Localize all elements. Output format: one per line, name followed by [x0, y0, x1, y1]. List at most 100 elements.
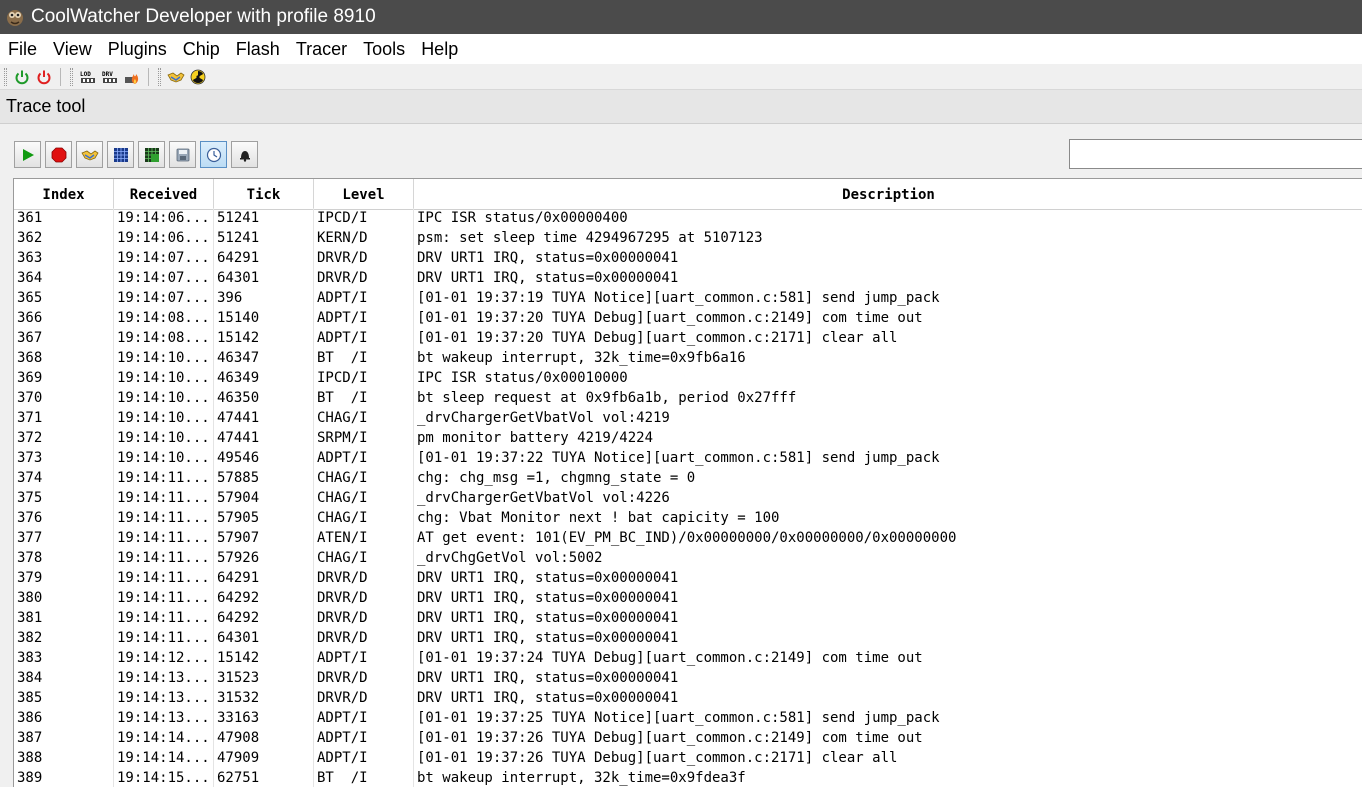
cell-description: DRV URT1 IRQ, status=0x00000041 [417, 610, 679, 626]
table-row[interactable]: 374 19:14:11.... 57885 CHAG/I chg: chg_msg =… [14, 468, 1362, 488]
cell-received: 19:14:13.... [114, 708, 214, 728]
cell-tick: 64301 [214, 268, 314, 288]
cell-tick: 64291 [214, 568, 314, 588]
drv-icon[interactable]: DRV [99, 66, 121, 88]
cell-index: 381 [14, 608, 114, 628]
column-header-received[interactable]: Received [114, 179, 214, 210]
cell-index: 388 [14, 748, 114, 768]
main-toolbar: LOD DRV [0, 64, 1362, 90]
table-row[interactable]: 367 19:14:08.... 15142 ADPT/I [01-01 19:37:2… [14, 328, 1362, 348]
cell-description: DRV URT1 IRQ, status=0x00000041 [417, 250, 679, 266]
lod-icon[interactable]: LOD [77, 66, 99, 88]
stop-button[interactable] [45, 141, 72, 168]
column-header-index[interactable]: Index [14, 179, 114, 210]
cell-received: 19:14:11.... [114, 528, 214, 548]
table-row[interactable]: 379 19:14:11.... 64291 DRVR/D DRV URT1 IRQ, … [14, 568, 1362, 588]
handshake-button[interactable] [76, 141, 103, 168]
cell-level: CHAG/I [314, 468, 414, 488]
table-row[interactable]: 378 19:14:11.... 57926 CHAG/I _drvChgGetVol … [14, 548, 1362, 568]
table-row[interactable]: 365 19:14:07.... 396 ADPT/I [01-01 19:37:19 … [14, 288, 1362, 308]
column-header-description[interactable]: Description [414, 179, 1362, 210]
search-input[interactable] [1069, 139, 1362, 169]
cell-received: 19:14:10.... [114, 448, 214, 468]
table-row[interactable]: 369 19:14:10.... 46349 IPCD/I IPC ISR status… [14, 368, 1362, 388]
trace-table[interactable]: Index Received Tick Level Description 36… [13, 178, 1362, 787]
bell-button[interactable] [231, 141, 258, 168]
cell-description: DRV URT1 IRQ, status=0x00000041 [417, 690, 679, 706]
cell-index: 378 [14, 548, 114, 568]
save-button[interactable] [169, 141, 196, 168]
flash-fire-icon[interactable] [121, 66, 143, 88]
table-row[interactable]: 384 19:14:13.... 31523 DRVR/D DRV URT1 IRQ, … [14, 668, 1362, 688]
menu-flash[interactable]: Flash [228, 34, 288, 64]
cell-description: [01-01 19:37:22 TUYA Notice][uart_common… [417, 450, 940, 466]
table-row[interactable]: 377 19:14:11.... 57907 ATEN/I AT get event: … [14, 528, 1362, 548]
title-bar: CoolWatcher Developer with profile 8910 [0, 0, 1362, 34]
power-off-icon[interactable] [33, 66, 55, 88]
table-row[interactable]: 363 19:14:07.... 64291 DRVR/D DRV URT1 IRQ, … [14, 248, 1362, 268]
table-row[interactable]: 382 19:14:11.... 64301 DRVR/D DRV URT1 IRQ, … [14, 628, 1362, 648]
table-row[interactable]: 388 19:14:14.... 47909 ADPT/I [01-01 19:37:2… [14, 748, 1362, 768]
grid-filter-button[interactable] [138, 141, 165, 168]
cell-description: [01-01 19:37:19 TUYA Notice][uart_common… [417, 290, 940, 306]
table-row[interactable]: 371 19:14:10.... 47441 CHAG/I _drvChargerGet… [14, 408, 1362, 428]
play-icon [22, 148, 34, 161]
table-row[interactable]: 372 19:14:10.... 47441 SRPM/I pm monitor bat… [14, 428, 1362, 448]
toolbar-grip[interactable] [4, 67, 7, 86]
trace-toolbar [0, 124, 1362, 178]
table-row[interactable]: 386 19:14:13.... 33163 ADPT/I [01-01 19:37:2… [14, 708, 1362, 728]
cell-index: 365 [14, 288, 114, 308]
table-row[interactable]: 368 19:14:10.... 46347 BT /I bt wakeup inter… [14, 348, 1362, 368]
table-row[interactable]: 389 19:14:15.... 62751 BT /I bt wakeup inter… [14, 768, 1362, 787]
cell-index: 372 [14, 428, 114, 448]
table-row[interactable]: 376 19:14:11.... 57905 CHAG/I chg: Vbat Moni… [14, 508, 1362, 528]
cell-index: 377 [14, 528, 114, 548]
radiation-icon[interactable] [187, 66, 209, 88]
clock-button[interactable] [200, 141, 227, 168]
table-row[interactable]: 373 19:14:10.... 49546 ADPT/I [01-01 19:37:2… [14, 448, 1362, 468]
power-on-icon[interactable] [11, 66, 33, 88]
cell-received: 19:14:11.... [114, 488, 214, 508]
table-row[interactable]: 364 19:14:07.... 64301 DRVR/D DRV URT1 IRQ, … [14, 268, 1362, 288]
menu-view[interactable]: View [45, 34, 100, 64]
cell-received: 19:14:11.... [114, 608, 214, 628]
cell-index: 369 [14, 368, 114, 388]
play-button[interactable] [14, 141, 41, 168]
cell-tick: 51241 [214, 228, 314, 248]
table-row[interactable]: 387 19:14:14.... 47908 ADPT/I [01-01 19:37:2… [14, 728, 1362, 748]
column-header-level[interactable]: Level [314, 179, 414, 210]
table-row[interactable]: 361 19:14:06.... 51241 IPCD/I IPC ISR status… [14, 208, 1362, 228]
menu-chip[interactable]: Chip [175, 34, 228, 64]
handshake-icon[interactable] [165, 66, 187, 88]
cell-description: DRV URT1 IRQ, status=0x00000041 [417, 630, 679, 646]
toolbar-grip[interactable] [158, 67, 161, 86]
cell-description: _drvChargerGetVbatVol vol:4219 [417, 410, 670, 426]
table-row[interactable]: 383 19:14:12.... 15142 ADPT/I [01-01 19:37:2… [14, 648, 1362, 668]
menu-file[interactable]: File [0, 34, 45, 64]
grid-view-button[interactable] [107, 141, 134, 168]
coolwatcher-app-icon[interactable] [4, 6, 26, 28]
toolbar-grip[interactable] [70, 67, 73, 86]
menu-tracer[interactable]: Tracer [288, 34, 355, 64]
cell-received: 19:14:12.... [114, 648, 214, 668]
table-row[interactable]: 381 19:14:11.... 64292 DRVR/D DRV URT1 IRQ, … [14, 608, 1362, 628]
lod-icon-label: LOD [80, 71, 91, 78]
table-row[interactable]: 362 19:14:06.... 51241 KERN/D psm: set sleep… [14, 228, 1362, 248]
grid-filter-icon [144, 147, 159, 162]
cell-received: 19:14:10.... [114, 428, 214, 448]
stop-icon [51, 147, 66, 162]
cell-level: CHAG/I [314, 488, 414, 508]
table-row[interactable]: 385 19:14:13.... 31532 DRVR/D DRV URT1 IRQ, … [14, 688, 1362, 708]
column-header-tick[interactable]: Tick [214, 179, 314, 210]
cell-received: 19:14:14.... [114, 728, 214, 748]
cell-description: [01-01 19:37:26 TUYA Debug][uart_common.… [417, 730, 923, 746]
menu-plugins[interactable]: Plugins [100, 34, 175, 64]
cell-level: DRVR/D [314, 268, 414, 288]
menu-help[interactable]: Help [413, 34, 466, 64]
table-row[interactable]: 380 19:14:11.... 64292 DRVR/D DRV URT1 IRQ, … [14, 588, 1362, 608]
table-row[interactable]: 375 19:14:11.... 57904 CHAG/I _drvChargerGet… [14, 488, 1362, 508]
menu-tools[interactable]: Tools [355, 34, 413, 64]
table-row[interactable]: 370 19:14:10.... 46350 BT /I bt sleep reques… [14, 388, 1362, 408]
cell-description: bt sleep request at 0x9fb6a1b, period 0x… [417, 390, 797, 406]
table-row[interactable]: 366 19:14:08.... 15140 ADPT/I [01-01 19:37:2… [14, 308, 1362, 328]
